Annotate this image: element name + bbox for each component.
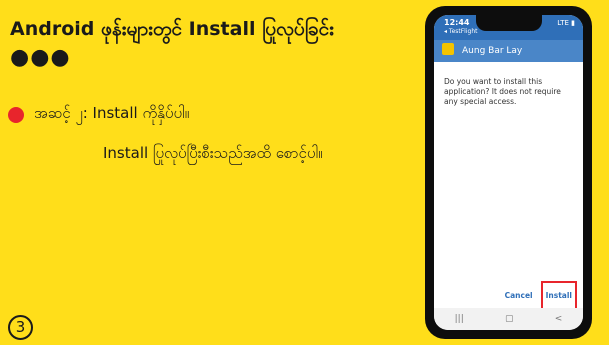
back-to-app-link[interactable]: ◂ TestFlight <box>444 28 477 35</box>
status-bar: 12:44 ◂ TestFlight LTE ▮ <box>434 15 583 40</box>
slide-title-text: Android ဖုန်းများတွင် Install ပြုလုပ်ခြင… <box>10 18 335 40</box>
page-number: 3 <box>8 315 33 340</box>
app-name: Aung Bar Lay <box>462 46 523 56</box>
step-detail: Install ပြုလုပ်ပြီးစီးသည်အထိ စောင့်ပါ။ <box>103 144 323 162</box>
install-button[interactable]: Install <box>540 281 577 310</box>
phone-mockup: 12:44 ◂ TestFlight LTE ▮ Aung Bar Lay Do… <box>425 6 592 339</box>
red-bullet-icon <box>8 107 24 123</box>
app-header: Aung Bar Lay <box>434 40 583 62</box>
ellipsis-dots: ●●● <box>10 45 71 70</box>
android-nav-bar: ||| ▢ < <box>434 308 583 330</box>
phone-notch <box>475 15 542 31</box>
recent-apps-icon[interactable]: ||| <box>455 314 464 324</box>
step-line-text: အဆင့် ၂: Install ကိုနှိပ်ပါ။ <box>34 104 190 122</box>
slide-title: Android ဖုန်းများတွင် Install ပြုလုပ်ခြင… <box>10 14 410 72</box>
step-line: အဆင့် ၂: Install ကိုနှိပ်ပါ။ <box>8 104 189 126</box>
back-icon[interactable]: < <box>555 314 563 324</box>
home-icon[interactable]: ▢ <box>505 314 514 324</box>
cancel-button[interactable]: Cancel <box>505 291 533 300</box>
app-icon <box>442 43 454 55</box>
dialog-actions: Cancel Install <box>434 281 583 310</box>
install-dialog-message: Do you want to install this application?… <box>444 77 561 106</box>
status-time: 12:44 <box>444 18 470 27</box>
phone-screen: 12:44 ◂ TestFlight LTE ▮ Aung Bar Lay Do… <box>434 15 583 330</box>
signal-battery-icon: LTE ▮ <box>557 19 575 27</box>
